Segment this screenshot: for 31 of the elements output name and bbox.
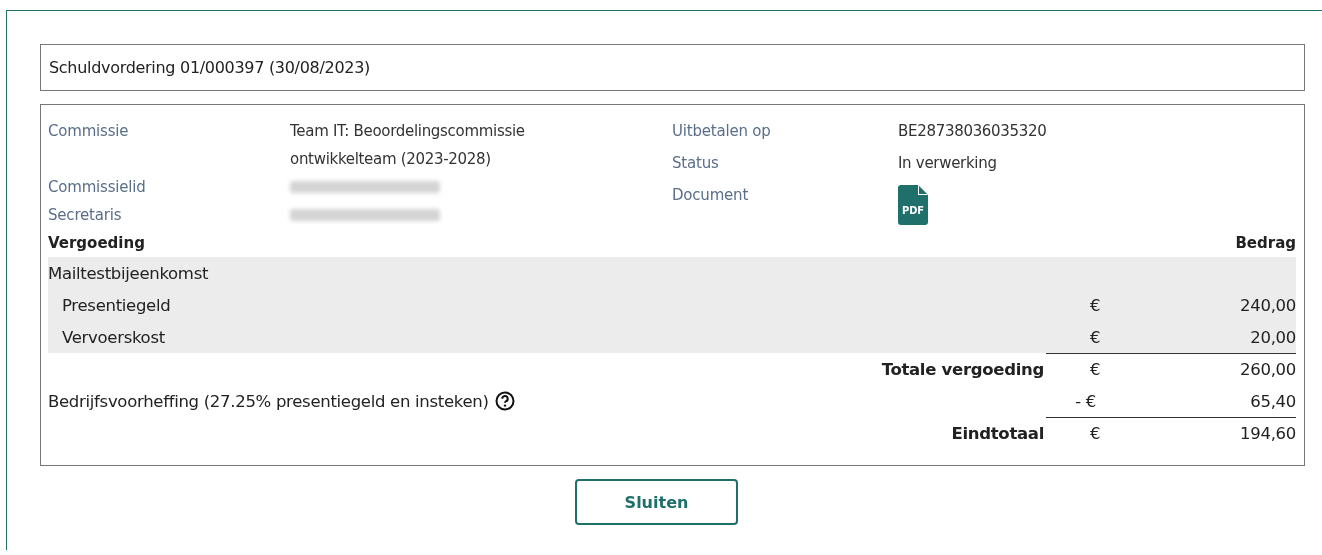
currency-cell-text: - € xyxy=(1074,390,1097,413)
field-label: Status xyxy=(672,153,720,174)
field-label: Secretaris xyxy=(48,205,123,226)
field-value: BE28738036035320 xyxy=(898,121,1047,142)
close-button[interactable]: Sluiten xyxy=(575,479,738,525)
field-label: Uitbetalen op xyxy=(672,121,772,142)
column-header: Vergoeding xyxy=(48,234,145,252)
field-label: Commissie xyxy=(48,121,130,142)
amount-cell: 260,00 xyxy=(1110,353,1296,385)
dialog-title: Schuldvordering 01/000397 (30/08/2023) xyxy=(40,44,1305,91)
group-name: Mailtestbijeenkomst xyxy=(48,262,210,285)
pdf-file-icon[interactable]: PDF xyxy=(898,185,928,225)
field-value: In verwerking xyxy=(898,153,997,174)
help-icon[interactable] xyxy=(494,391,515,411)
table-cell-text: Vervoerskost xyxy=(61,326,166,349)
currency-cell: € xyxy=(1046,417,1110,449)
table-cell: Bedrijfsvoorheffing (27.25% presentiegeld en insteken) xyxy=(48,391,489,411)
amount-cell: 194,60 xyxy=(1110,417,1296,449)
column-header: Bedrag xyxy=(1235,234,1296,252)
amount-cell-text: 65,40 xyxy=(1249,390,1296,413)
amount-cell-text: 20,00 xyxy=(1249,326,1296,349)
field-label: Commissielid xyxy=(48,177,147,198)
total-label: Eindtotaal xyxy=(950,422,1045,445)
total-label: Totale vergoeding xyxy=(880,358,1045,381)
amount-cell-text: 240,00 xyxy=(1239,294,1296,317)
table-cell-text: Presentiegeld xyxy=(61,294,172,317)
field-value: Team IT: Beoordelingscommissie ontwikkelteam (2023-2028) xyxy=(290,121,526,170)
currency-cell-text: € xyxy=(1089,294,1102,317)
field-label: Document xyxy=(672,185,750,206)
currency-cell-text: € xyxy=(1089,326,1102,349)
currency-cell: € xyxy=(1046,353,1110,385)
